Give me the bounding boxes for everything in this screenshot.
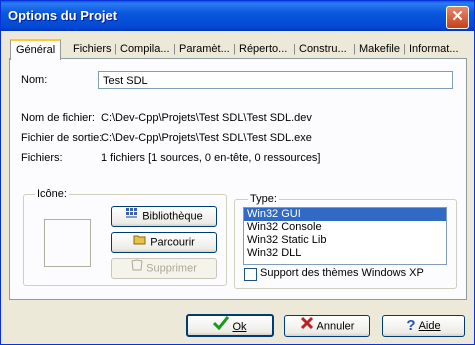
output-label: Fichier de sortie:	[21, 132, 103, 144]
close-icon: ✕	[451, 8, 464, 25]
icon-preview	[44, 219, 91, 267]
folder-icon	[133, 233, 147, 252]
library-button[interactable]: Bibliothèque	[111, 206, 217, 227]
name-label: Nom:	[21, 74, 48, 86]
tab-makefile[interactable]: Makefile	[353, 42, 403, 57]
delete-button-label: Supprimer	[146, 262, 197, 275]
tab-information[interactable]: Informat...	[403, 42, 462, 57]
project-type-list[interactable]: Win32 GUI Win32 Console Win32 Static Lib…	[243, 207, 447, 265]
xp-themes-checkbox[interactable]	[244, 268, 257, 281]
tab-compiler[interactable]: Compila...	[114, 42, 173, 57]
tab-files[interactable]: Fichiers	[70, 42, 115, 57]
list-item[interactable]: Win32 DLL	[244, 247, 446, 260]
delete-button[interactable]: Supprimer	[111, 258, 217, 279]
tab-directories[interactable]: Réperto...	[233, 42, 290, 57]
project-name-input[interactable]: Test SDL	[98, 71, 453, 89]
type-group-title: Type:	[248, 193, 279, 205]
x-mark-icon	[300, 316, 314, 337]
list-item[interactable]: Win32 Static Lib	[244, 234, 446, 247]
cancel-button[interactable]: Annuler	[284, 315, 370, 337]
library-button-label: Bibliothèque	[142, 210, 203, 223]
help-button[interactable]: ? Aide	[382, 315, 465, 337]
browse-button-label: Parcourir	[150, 236, 195, 249]
title-bar[interactable]: Options du Projet ✕	[1, 1, 474, 31]
tab-strip: Général Fichiers Compila... Paramèt... R…	[9, 39, 465, 60]
window-title: Options du Projet	[8, 8, 118, 23]
files-value: 1 fichiers [1 sources, 0 en-tête, 0 ress…	[101, 152, 321, 164]
browse-button[interactable]: Parcourir	[111, 232, 217, 253]
checkmark-icon	[213, 316, 230, 338]
ok-button-label: Ok	[232, 320, 247, 333]
help-button-label: Aide	[418, 320, 441, 332]
tab-parameters[interactable]: Paramèt...	[173, 42, 233, 57]
filename-value: C:\Dev-Cpp\Projets\Test SDL\Test SDL.dev	[101, 112, 312, 124]
files-label: Fichiers:	[21, 152, 63, 164]
ok-button[interactable]: Ok	[186, 314, 274, 337]
tab-general[interactable]: Général	[10, 39, 62, 60]
delete-icon	[131, 259, 143, 278]
xp-themes-label[interactable]: Support des thèmes Windows XP	[260, 267, 424, 279]
tab-build[interactable]: Constru...	[293, 42, 350, 57]
output-value: C:\Dev-Cpp\Projets\Test SDL\Test SDL.exe	[101, 132, 312, 144]
icon-group-title: Icône:	[35, 188, 69, 200]
help-icon: ?	[406, 317, 416, 335]
filename-label: Nom de fichier:	[21, 112, 95, 124]
options-dialog: Options du Projet ✕ Général Fichiers Com…	[0, 0, 475, 345]
library-icon	[125, 207, 139, 226]
list-item[interactable]: Win32 Console	[244, 221, 446, 234]
close-button[interactable]: ✕	[446, 6, 469, 29]
cancel-button-label: Annuler	[316, 320, 355, 333]
list-item[interactable]: Win32 GUI	[244, 208, 446, 221]
